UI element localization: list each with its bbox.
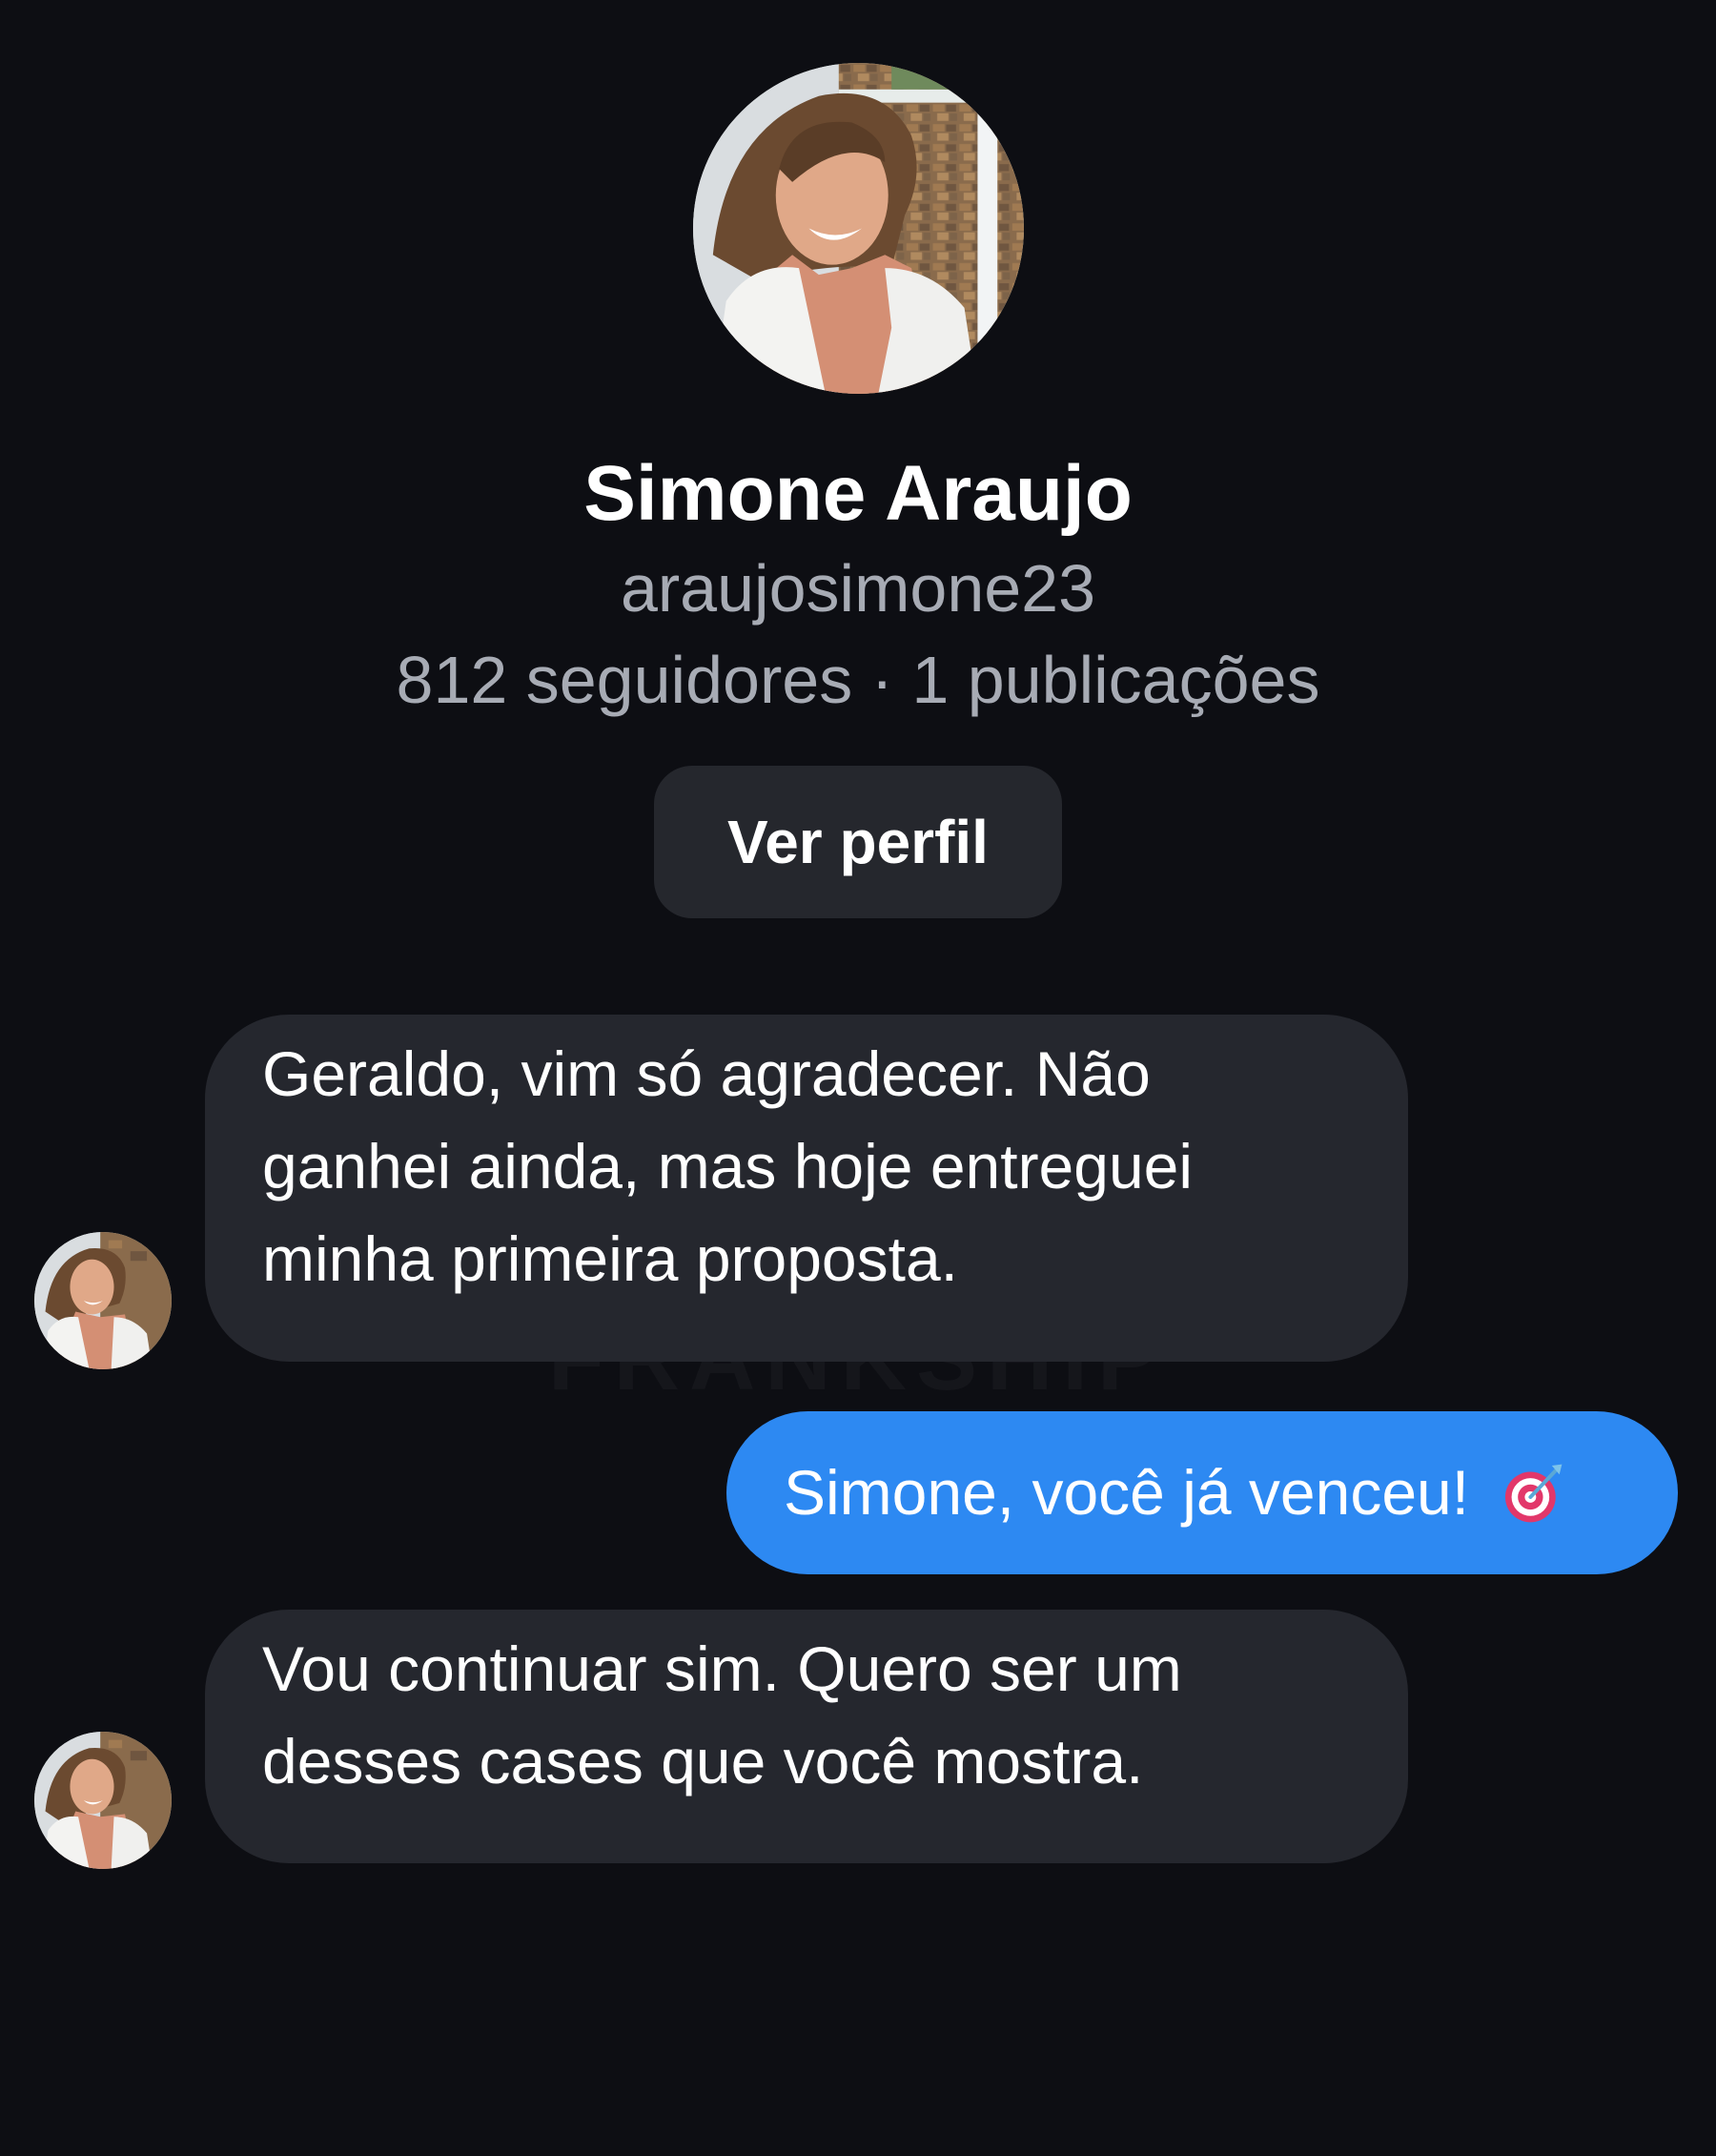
message-line: ganhei ainda, mas hoje entreguei: [262, 1131, 1194, 1201]
target-emoji-icon: [1505, 1464, 1563, 1522]
avatar-photo: [34, 1732, 172, 1869]
profile-stats: 812 seguidores · 1 publicações: [396, 643, 1320, 717]
message-bubble-incoming[interactable]: Geraldo, vim só agradecer. Não ganhei ai…: [205, 1015, 1408, 1362]
profile-handle: araujosimone23: [620, 551, 1096, 626]
avatar-photo: [34, 1232, 172, 1369]
message-line: Geraldo, vim só agradecer. Não: [262, 1038, 1151, 1109]
profile-name: Simone Araujo: [583, 450, 1133, 537]
message-line: desses cases que você mostra.: [262, 1726, 1144, 1797]
profile-avatar[interactable]: [693, 63, 1024, 394]
message-line: Vou continuar sim. Quero ser um: [262, 1633, 1182, 1704]
message-bubble-incoming[interactable]: Vou continuar sim. Quero ser um desses c…: [205, 1610, 1408, 1863]
sender-avatar[interactable]: [34, 1732, 172, 1869]
message-bubble-outgoing[interactable]: Simone, você já venceu!: [726, 1411, 1678, 1574]
message-text: Simone, você já venceu!: [784, 1457, 1470, 1528]
profile-photo: [693, 63, 1024, 394]
message-line: minha primeira proposta.: [262, 1223, 958, 1294]
sender-avatar[interactable]: [34, 1232, 172, 1369]
view-profile-button[interactable]: Ver perfil: [654, 766, 1062, 918]
